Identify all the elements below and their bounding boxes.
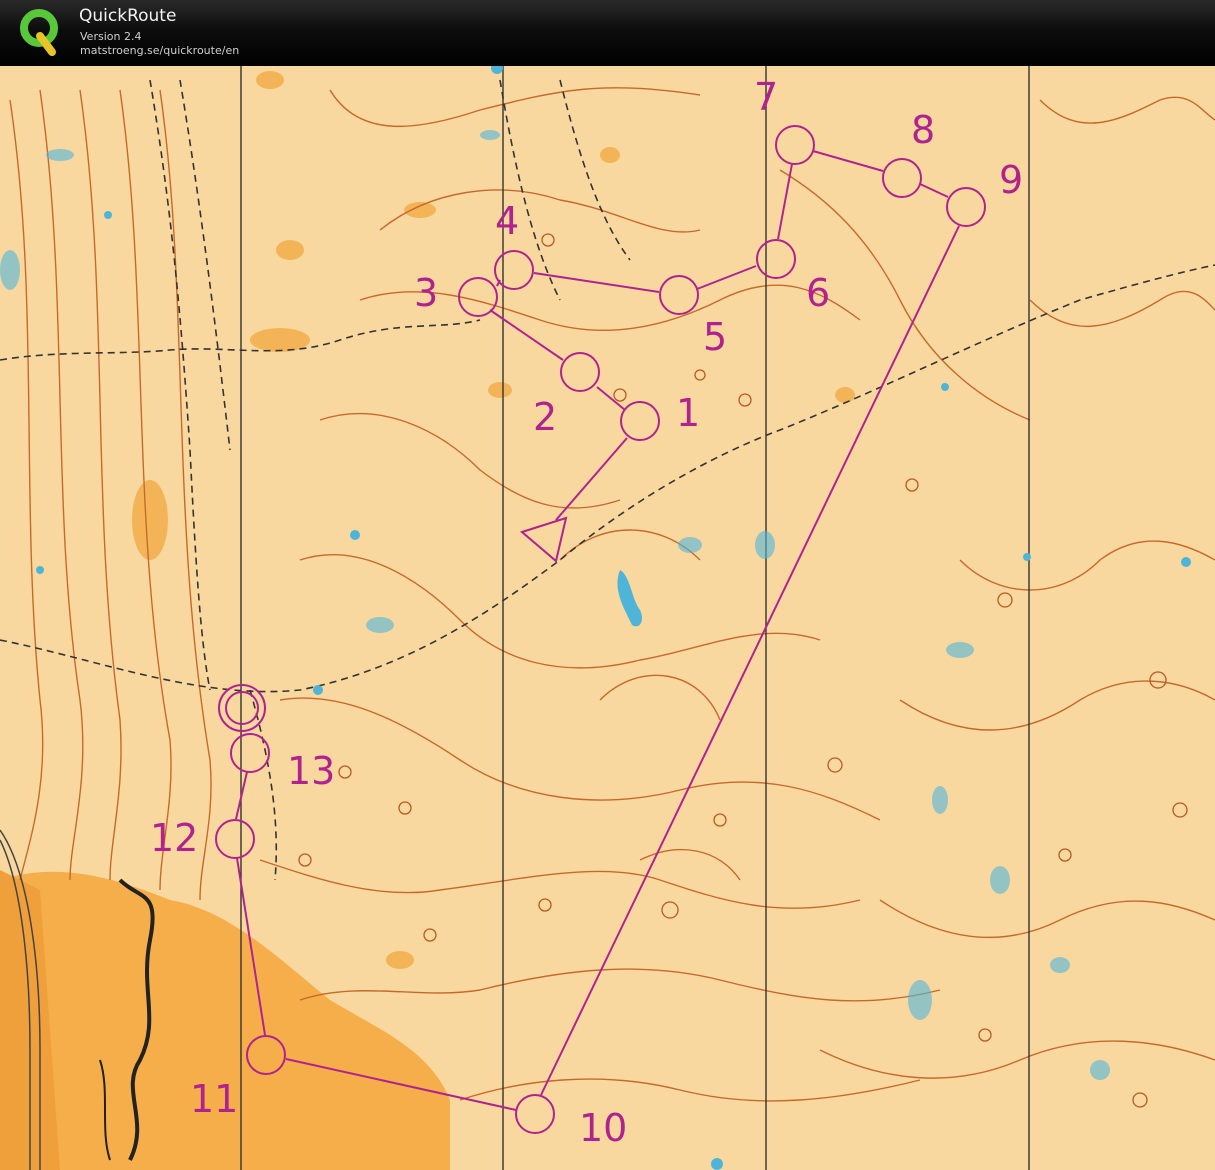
app-version: Version 2.4 (80, 30, 142, 43)
control-number-1: 1 (676, 391, 700, 435)
control-number-9: 9 (999, 158, 1023, 202)
control-number-2: 2 (533, 395, 557, 439)
control-number-4: 4 (495, 199, 519, 243)
control-number-10: 10 (579, 1106, 627, 1150)
control-number-5: 5 (703, 315, 727, 359)
control-number-13: 13 (287, 749, 335, 793)
control-number-11: 11 (190, 1077, 238, 1121)
control-number-6: 6 (806, 271, 830, 315)
app-header: QuickRoute Version 2.4 matstroeng.se/qui… (0, 0, 1215, 66)
control-number-8: 8 (911, 108, 935, 152)
quickroute-logo-icon (20, 9, 58, 56)
control-number-12: 12 (150, 816, 198, 860)
control-number-7: 7 (754, 75, 778, 119)
app-title: QuickRoute (79, 6, 177, 26)
orienteering-map[interactable]: 1 2 3 4 5 6 7 8 9 10 11 12 13 (0, 66, 1215, 1170)
control-number-3: 3 (414, 271, 438, 315)
app-url[interactable]: matstroeng.se/quickroute/en (80, 44, 239, 57)
